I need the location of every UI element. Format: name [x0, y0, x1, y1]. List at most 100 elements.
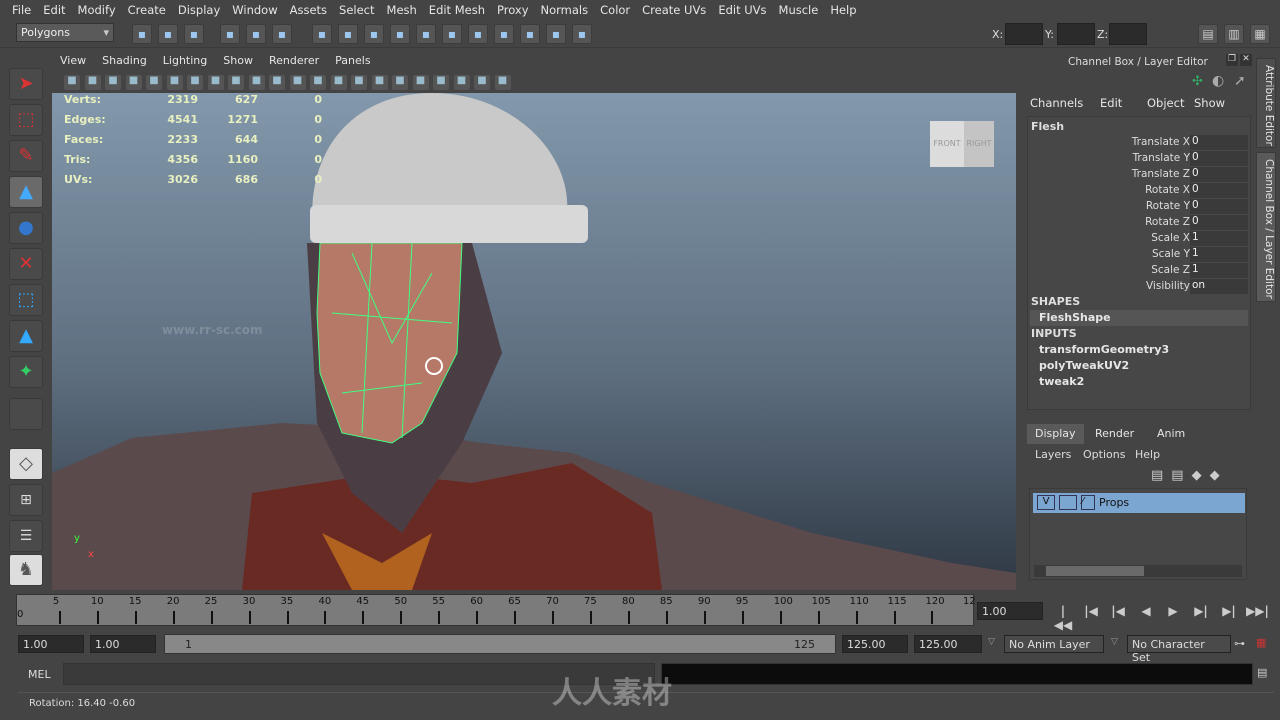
channel-box-menu-show[interactable]: Show: [1194, 96, 1225, 110]
step-forward-frame-icon[interactable]: ▶|: [1191, 604, 1211, 620]
camera-attributes-icon[interactable]: ■: [84, 75, 101, 90]
tab-display[interactable]: Display: [1027, 424, 1084, 444]
play-forward-icon[interactable]: ▶: [1163, 604, 1183, 620]
four-view-layout-icon[interactable]: ⊞: [9, 484, 43, 516]
channel-value[interactable]: 0: [1190, 199, 1248, 214]
anim-layer-dropdown-icon[interactable]: ▽: [988, 637, 995, 647]
end-time-field[interactable]: 125.00: [914, 635, 982, 653]
render-icon[interactable]: ▪: [468, 24, 488, 44]
go-to-end-icon[interactable]: ▶▶|: [1246, 604, 1269, 620]
tab-channel-box[interactable]: Channel Box / Layer Editor: [1256, 152, 1276, 302]
close-icon[interactable]: ✕: [1240, 54, 1252, 66]
playback-end-field[interactable]: 125.00: [842, 635, 908, 653]
range-slider[interactable]: 1 125: [164, 634, 836, 654]
flat-light-icon[interactable]: ■: [433, 75, 449, 90]
textured-icon[interactable]: ■: [207, 75, 224, 90]
xray-joints-icon[interactable]: ■: [474, 75, 490, 90]
go-to-start-icon[interactable]: |◀◀: [1053, 604, 1073, 632]
lasso-tool-icon[interactable]: ⬚: [9, 104, 43, 136]
toggle-panel-icon[interactable]: ▤: [1198, 24, 1218, 44]
resolution-gate-icon[interactable]: ■: [289, 75, 306, 90]
input-node[interactable]: polyTweakUV2: [1039, 359, 1129, 372]
options-menu[interactable]: Options: [1083, 448, 1125, 461]
menu-proxy[interactable]: Proxy: [497, 3, 529, 17]
tab-attribute-editor[interactable]: Attribute Editor: [1256, 58, 1276, 148]
snap-live-icon[interactable]: ▪: [416, 24, 436, 44]
panel-menu-lighting[interactable]: Lighting: [163, 54, 207, 72]
menu-normals[interactable]: Normals: [541, 3, 589, 17]
single-view-layout-icon[interactable]: ◇: [9, 448, 43, 480]
step-forward-key-icon[interactable]: ▶|: [1219, 604, 1239, 620]
hypershade-icon[interactable]: ▪: [546, 24, 566, 44]
layer-color-swatch[interactable]: ⁄: [1081, 495, 1095, 510]
layers-menu[interactable]: Layers: [1035, 448, 1071, 461]
grid-icon[interactable]: ■: [146, 75, 162, 90]
channel-value[interactable]: 0: [1190, 167, 1248, 182]
panel-menu-renderer[interactable]: Renderer: [269, 54, 319, 72]
channel-row[interactable]: Scale X1: [1028, 231, 1250, 247]
channel-row[interactable]: Rotate X0: [1028, 183, 1250, 199]
camera-icon[interactable]: ■: [64, 75, 80, 90]
new-scene-icon[interactable]: ▪: [132, 24, 152, 44]
time-slider[interactable]: 0 5 10 15 20 25 30 35 40 45 50 55 60 65 70 75 80 85 90 95 10…: [16, 594, 976, 626]
isolate-select-icon[interactable]: ■: [453, 75, 470, 90]
use-lights-icon[interactable]: ■: [228, 75, 244, 90]
menu-edit-uvs[interactable]: Edit UVs: [718, 3, 766, 17]
manipulator-icon[interactable]: ◐: [1212, 73, 1224, 89]
view-cube[interactable]: FRONT RIGHT: [930, 121, 998, 175]
channel-row[interactable]: Scale Y1: [1028, 247, 1250, 263]
show-manipulator-icon[interactable]: ✦: [9, 356, 43, 388]
image-plane-icon[interactable]: ■: [125, 75, 142, 90]
panel-menu-panels[interactable]: Panels: [335, 54, 370, 72]
object-name[interactable]: Flesh: [1031, 120, 1064, 133]
view-cube-right[interactable]: RIGHT: [964, 121, 994, 167]
xray-icon[interactable]: ■: [269, 75, 285, 90]
rotate-tool-icon[interactable]: ●: [9, 212, 43, 244]
channel-row[interactable]: Visibility on: [1028, 279, 1250, 295]
toggle-tool-settings-icon[interactable]: ▦: [1250, 24, 1270, 44]
channel-box-menu-object[interactable]: Object: [1147, 96, 1184, 110]
panel-menu-shading[interactable]: Shading: [102, 54, 147, 72]
menu-modify[interactable]: Modify: [78, 3, 116, 17]
quick-layout-icon[interactable]: ♞: [9, 554, 43, 586]
menu-select[interactable]: Select: [339, 3, 374, 17]
channel-row[interactable]: Translate Y0: [1028, 151, 1250, 167]
snap-grid-icon[interactable]: ▪: [312, 24, 332, 44]
scale-tool-icon[interactable]: ✕: [9, 248, 43, 280]
channel-box-menu-edit[interactable]: Edit: [1100, 96, 1122, 110]
shape-node[interactable]: FleshShape: [1039, 311, 1111, 324]
channel-row[interactable]: Translate X0: [1028, 135, 1250, 151]
menu-window[interactable]: Window: [232, 3, 277, 17]
snap-point-icon[interactable]: ▪: [364, 24, 384, 44]
move-tool-icon[interactable]: ▲: [9, 176, 43, 208]
z-field[interactable]: [1109, 23, 1147, 45]
menu-mesh[interactable]: Mesh: [387, 3, 417, 17]
x-field[interactable]: [1005, 23, 1043, 45]
select-tool-icon[interactable]: ➤: [9, 68, 43, 100]
channel-value[interactable]: 1: [1190, 231, 1248, 246]
tab-anim[interactable]: Anim: [1149, 424, 1193, 444]
playback-start-field[interactable]: 1.00: [90, 635, 156, 653]
auto-key-icon[interactable]: ⊶: [1234, 637, 1245, 650]
manipulator-tool-icon[interactable]: ⬚: [9, 284, 43, 316]
smooth-shade-icon[interactable]: ■: [187, 75, 203, 90]
panel-menu-view[interactable]: View: [60, 54, 86, 72]
input-line-icon[interactable]: ▪: [572, 24, 592, 44]
layer-visibility-toggle[interactable]: V: [1037, 495, 1055, 510]
layer-row-props[interactable]: V ⁄ Props: [1033, 493, 1245, 513]
anim-layer-select[interactable]: No Anim Layer: [1004, 635, 1104, 653]
shaded-cube-icon[interactable]: ■: [330, 75, 347, 90]
channel-value[interactable]: 0: [1190, 215, 1248, 230]
construction-history-icon[interactable]: ▪: [442, 24, 462, 44]
menu-create-uvs[interactable]: Create UVs: [642, 3, 706, 17]
character-set-select[interactable]: No Character Set: [1127, 635, 1231, 664]
speed-icon[interactable]: ➚: [1234, 73, 1246, 89]
outliner-layout-icon[interactable]: ☰: [9, 520, 43, 552]
channel-value[interactable]: 0: [1190, 135, 1248, 150]
step-back-frame-icon[interactable]: |◀: [1108, 604, 1128, 620]
wireframe-icon[interactable]: ■: [166, 75, 183, 90]
character-set-dropdown-icon[interactable]: ▽: [1111, 637, 1118, 647]
all-lights-icon[interactable]: ■: [412, 75, 429, 90]
menu-assets[interactable]: Assets: [290, 3, 327, 17]
help-menu[interactable]: Help: [1135, 448, 1160, 461]
